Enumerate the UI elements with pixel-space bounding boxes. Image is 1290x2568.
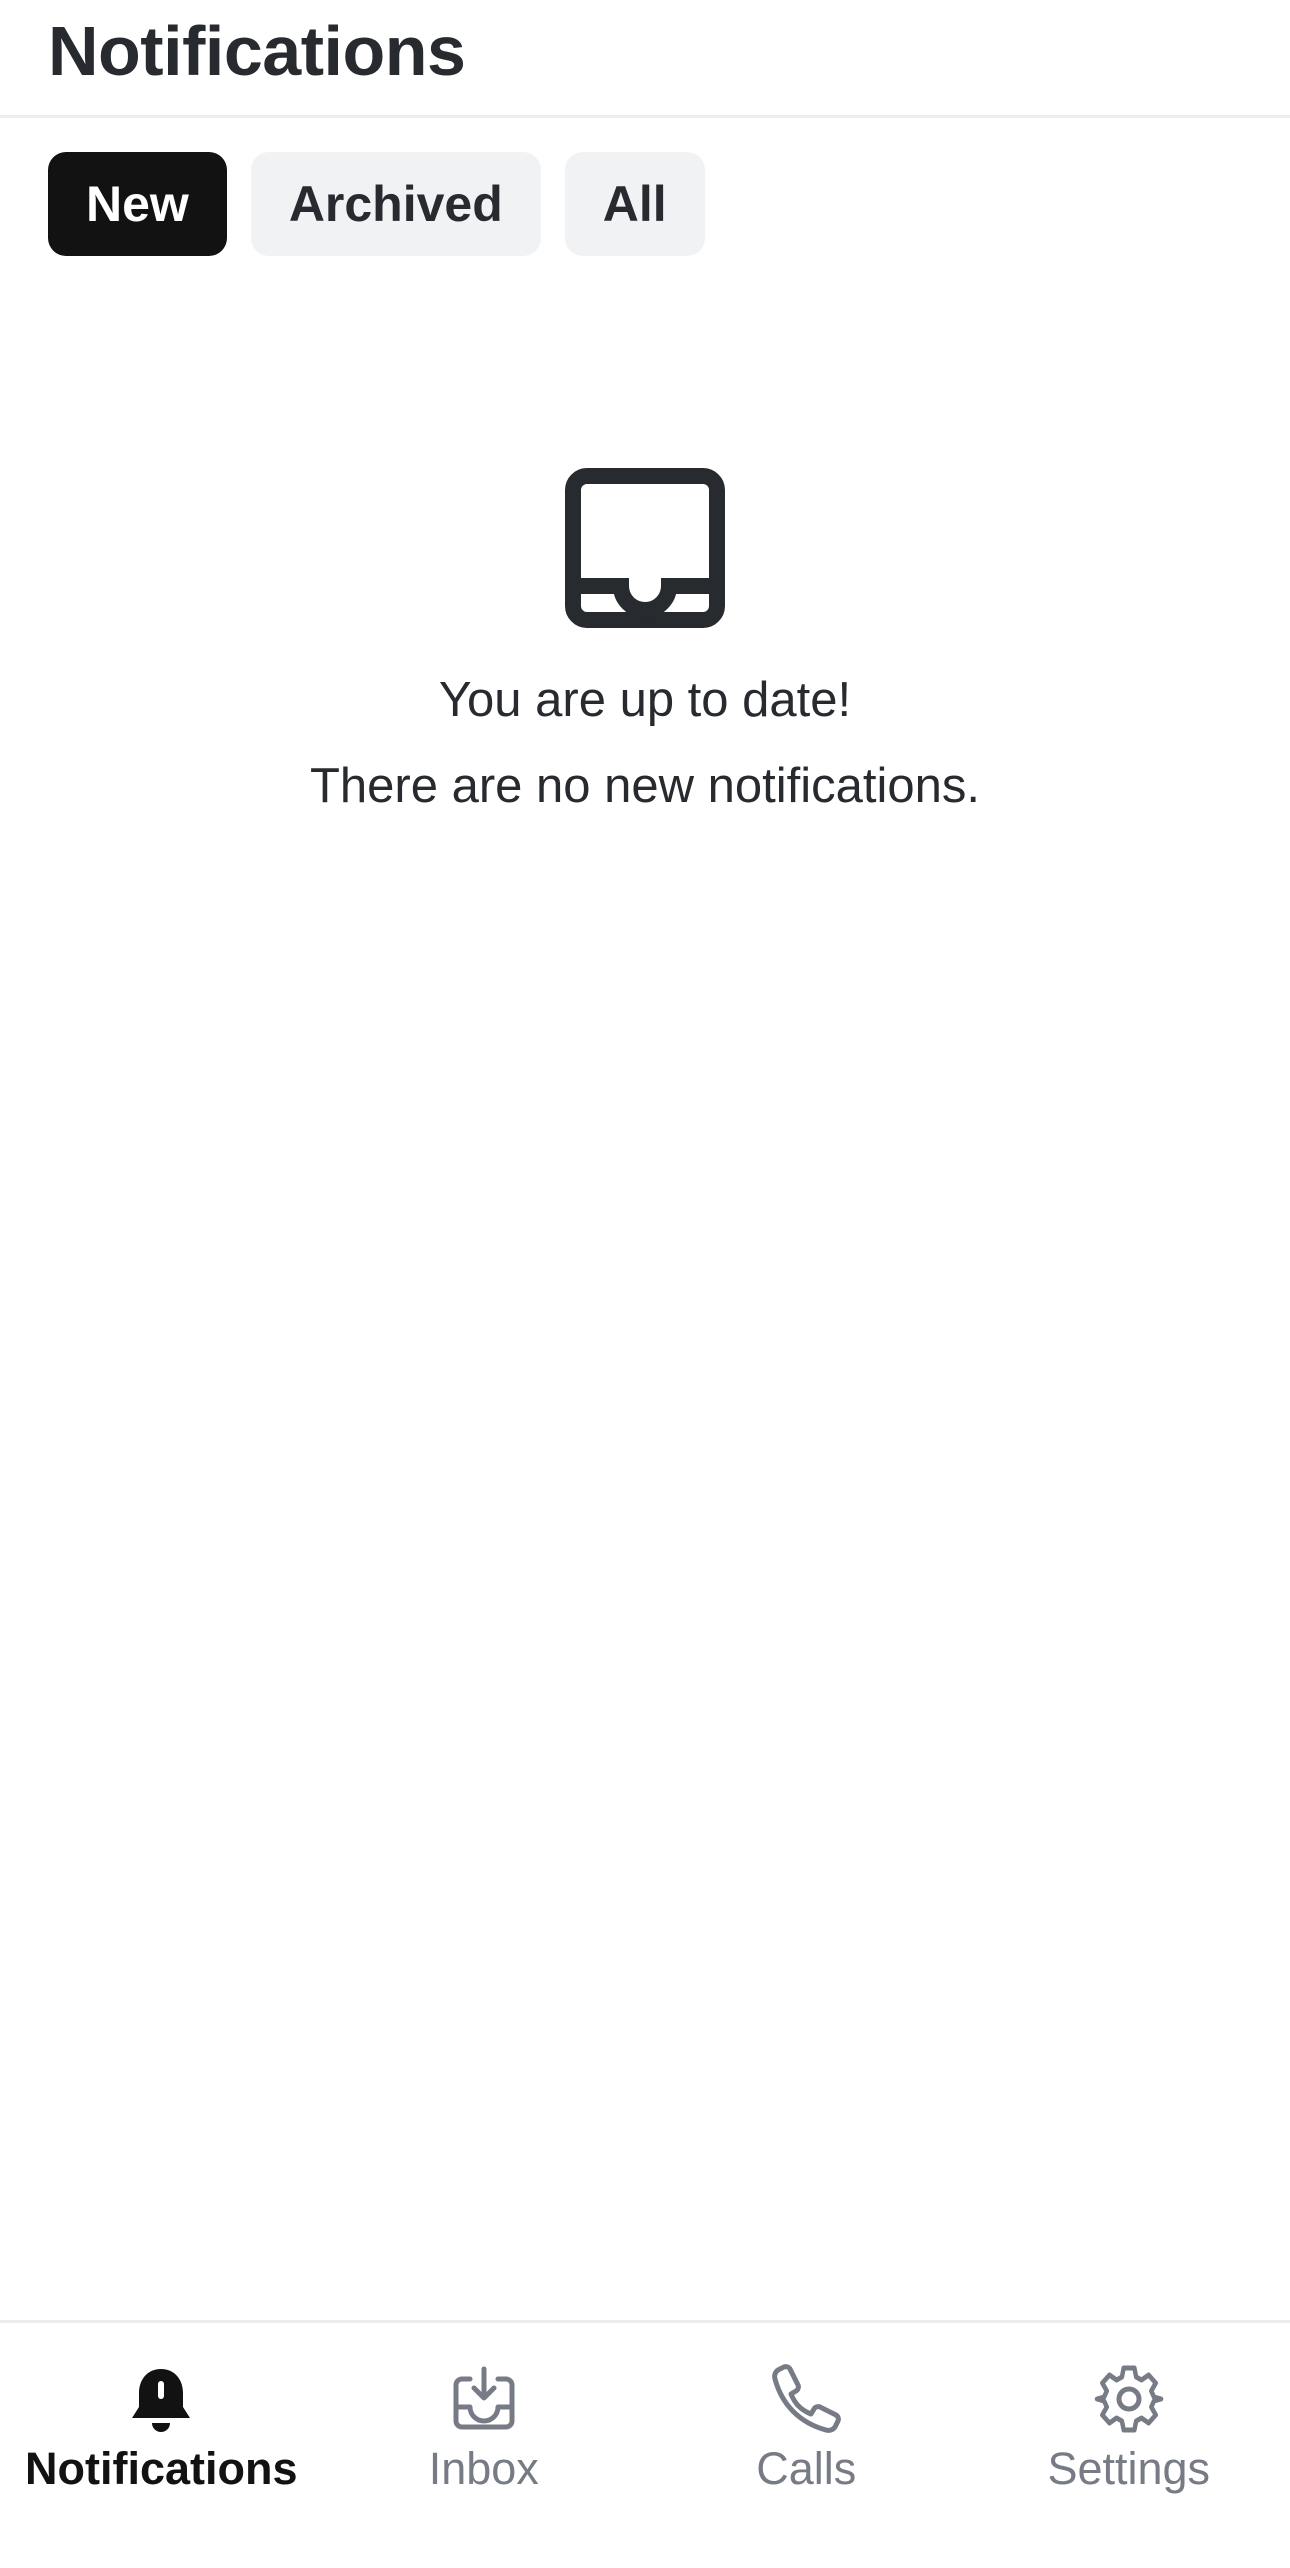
tab-new[interactable]: New [48, 152, 227, 256]
page-title: Notifications [48, 12, 466, 90]
nav-label-settings: Settings [1047, 2443, 1211, 2494]
tab-all[interactable]: All [564, 152, 705, 256]
nav-item-notifications[interactable]: Notifications [0, 2323, 323, 2568]
nav-item-calls[interactable]: Calls [645, 2323, 968, 2568]
nav-label-calls: Calls [756, 2443, 857, 2494]
bottom-navigation: Notifications Inbox Calls Settings [0, 2320, 1290, 2568]
inbox-download-icon [453, 2366, 515, 2430]
nav-label-inbox: Inbox [428, 2443, 539, 2494]
gear-icon [1094, 2365, 1164, 2433]
phone-icon [772, 2364, 842, 2433]
tab-archived[interactable]: Archived [250, 152, 541, 256]
inbox-tray-icon [565, 468, 725, 628]
empty-state: You are up to date! There are no new not… [0, 468, 1290, 818]
notifications-screen: Notifications New Archived All You are u… [0, 0, 1290, 2568]
empty-subtitle: There are no new notifications. [309, 759, 981, 813]
empty-title: You are up to date! [438, 673, 852, 727]
header: Notifications [0, 0, 1290, 118]
filter-tabs: New Archived All [48, 152, 705, 256]
bell-icon [132, 2369, 191, 2432]
nav-item-inbox[interactable]: Inbox [323, 2323, 646, 2568]
nav-label-notifications: Notifications [24, 2443, 298, 2494]
nav-item-settings[interactable]: Settings [968, 2323, 1290, 2568]
